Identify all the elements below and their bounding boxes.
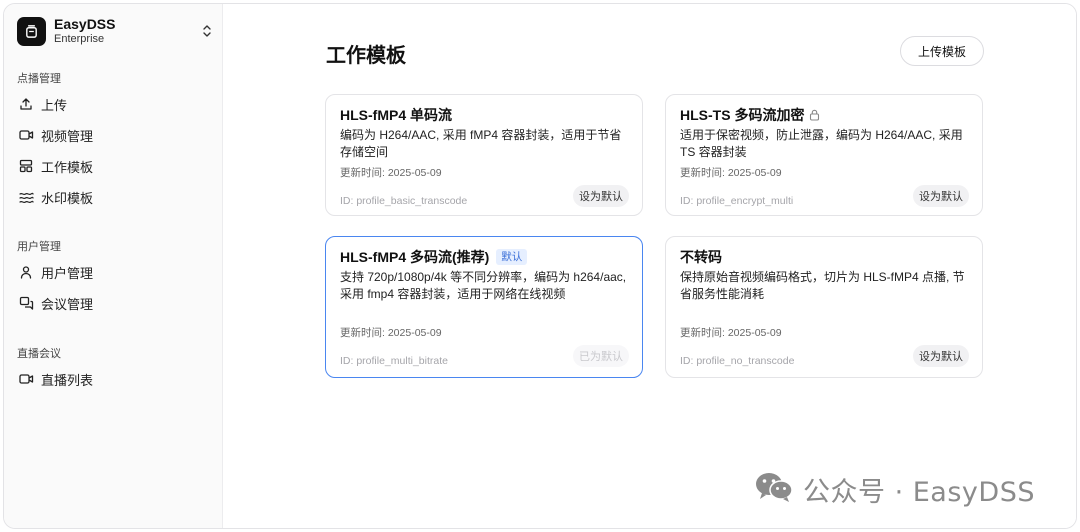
default-badge: 默认: [496, 249, 528, 265]
set-default-button[interactable]: 设为默认: [913, 185, 969, 207]
sidebar-item-live-list[interactable]: 直播列表: [17, 366, 211, 392]
sidebar-item-label: 用户管理: [41, 265, 94, 281]
watermark-text: 公众号 · EasyDSS: [803, 477, 1035, 508]
card-description: 适用于保密视频，防止泄露，编码为 H264/AAC, 采用 TS 容器封装: [680, 128, 963, 159]
set-default-button[interactable]: 设为默认: [573, 185, 629, 207]
user-icon: [18, 264, 34, 280]
live-icon: [18, 371, 34, 387]
sidebar-item-label: 视频管理: [41, 128, 94, 144]
card-title: HLS-fMP4 单码流: [340, 107, 452, 123]
sidebar-item-video-management[interactable]: 视频管理: [17, 122, 211, 148]
card-title-row: HLS-fMP4 多码流(推荐) 默认: [340, 247, 528, 267]
video-icon: [18, 127, 34, 143]
template-card[interactable]: HLS-TS 多码流加密 适用于保密视频，防止泄露，编码为 H264/AAC, …: [665, 94, 983, 216]
card-id: ID: profile_encrypt_multi: [680, 195, 794, 207]
sidebar-item-label: 会议管理: [41, 296, 94, 312]
template-card-selected[interactable]: HLS-fMP4 多码流(推荐) 默认 支持 720p/1080p/4k 等不同…: [325, 236, 643, 378]
template-card[interactable]: 不转码 保持原始音视频编码格式，切片为 HLS-fMP4 点播, 节省服务性能消…: [665, 236, 983, 378]
nav-group-user: 用户管理: [17, 241, 61, 253]
meeting-icon: [18, 295, 34, 311]
card-id: ID: profile_basic_transcode: [340, 195, 468, 207]
nav-group-live: 直播会议: [17, 348, 61, 360]
main-content: 工作模板 上传模板 HLS-fMP4 单码流 编码为 H264/AAC, 采用 …: [224, 4, 1076, 528]
template-icon: [18, 158, 34, 174]
sidebar-item-work-template[interactable]: 工作模板: [17, 153, 211, 179]
brand-plan: Enterprise: [54, 33, 105, 45]
sidebar-item-watermark-template[interactable]: 水印模板: [17, 184, 211, 210]
app-window: EasyDSS Enterprise 点播管理 上传 视频管理 工作模板 水印模…: [3, 3, 1077, 529]
set-default-button[interactable]: 设为默认: [913, 345, 969, 367]
chevron-up-down-icon[interactable]: [200, 22, 214, 40]
lock-icon: [809, 109, 820, 121]
brand-logo: [17, 16, 46, 46]
template-card[interactable]: HLS-fMP4 单码流 编码为 H264/AAC, 采用 fMP4 容器封装，…: [325, 94, 643, 216]
card-title: 不转码: [680, 249, 722, 265]
card-updated-time: 更新时间: 2025-05-09: [340, 167, 442, 179]
page-title: 工作模板: [326, 45, 406, 67]
watermark-icon: [18, 189, 34, 205]
card-updated-time: 更新时间: 2025-05-09: [680, 167, 782, 179]
card-description: 保持原始音视频编码格式，切片为 HLS-fMP4 点播, 节省服务性能消耗: [680, 270, 965, 301]
sidebar-item-upload[interactable]: 上传: [17, 91, 211, 117]
card-updated-time: 更新时间: 2025-05-09: [680, 327, 782, 339]
card-updated-time: 更新时间: 2025-05-09: [340, 327, 442, 339]
upload-template-button[interactable]: 上传模板: [900, 36, 984, 66]
brand-name: EasyDSS: [54, 16, 116, 32]
sidebar-item-label: 上传: [41, 97, 68, 113]
card-title: HLS-fMP4 多码流(推荐): [340, 249, 490, 265]
brand-switcher[interactable]: EasyDSS Enterprise: [17, 14, 214, 48]
sidebar-item-label: 水印模板: [41, 190, 94, 206]
sidebar-item-user-management[interactable]: 用户管理: [17, 259, 211, 285]
card-title: HLS-TS 多码流加密: [680, 107, 805, 123]
upload-icon: [18, 96, 34, 112]
card-description: 编码为 H264/AAC, 采用 fMP4 容器封装，适用于节省存储空间: [340, 128, 622, 159]
wechat-watermark: 公众号 · EasyDSS: [754, 470, 1035, 509]
card-id: ID: profile_multi_bitrate: [340, 355, 448, 367]
card-title-row: HLS-TS 多码流加密: [680, 105, 820, 125]
card-id: ID: profile_no_transcode: [680, 355, 795, 367]
wechat-icon: [754, 470, 794, 509]
already-default-button: 已为默认: [573, 345, 629, 367]
sidebar: EasyDSS Enterprise 点播管理 上传 视频管理 工作模板 水印模…: [4, 4, 223, 528]
database-icon: [26, 24, 37, 38]
sidebar-item-label: 工作模板: [41, 159, 94, 175]
sidebar-item-label: 直播列表: [41, 372, 94, 388]
nav-group-vod: 点播管理: [17, 73, 61, 85]
sidebar-item-meeting-management[interactable]: 会议管理: [17, 290, 211, 316]
card-description: 支持 720p/1080p/4k 等不同分辨率，编码为 h264/aac, 采用…: [340, 270, 627, 301]
